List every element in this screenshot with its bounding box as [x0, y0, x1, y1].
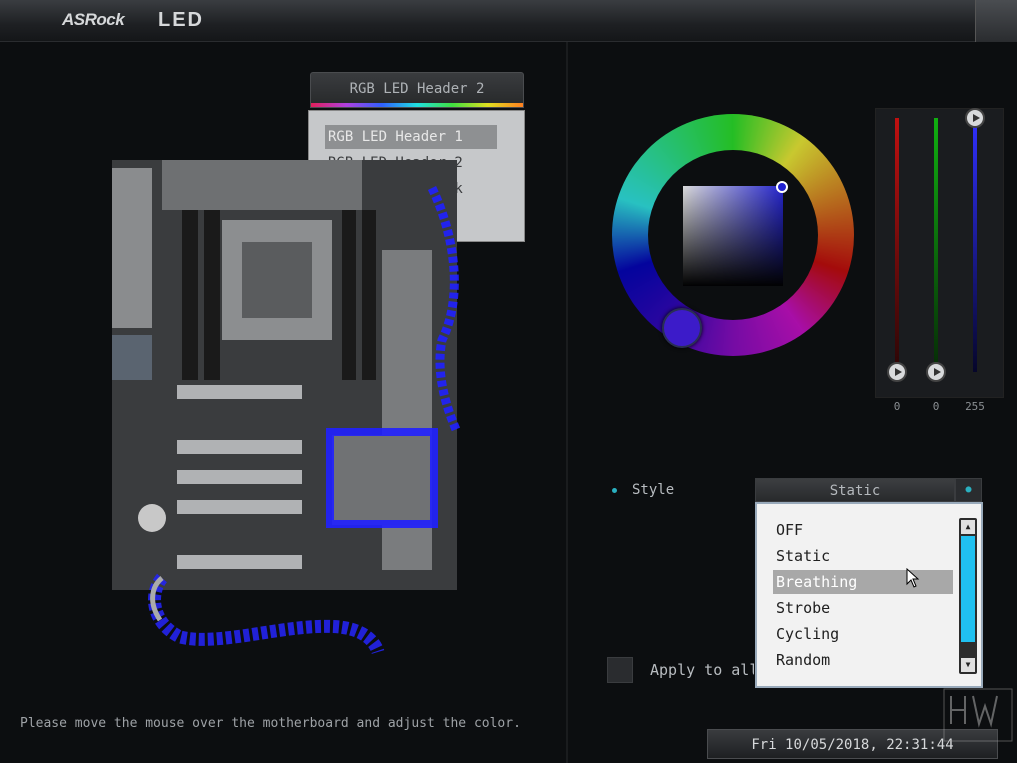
hue-handle[interactable] [662, 308, 702, 348]
blue-slider-track[interactable] [973, 118, 977, 372]
led-header-selected: RGB LED Header 2 [349, 81, 485, 97]
style-option-off[interactable]: OFF [773, 518, 953, 542]
apply-to-all-label: Apply to all [650, 661, 754, 679]
rainbow-strip [311, 103, 523, 107]
green-value: 0 [932, 400, 940, 413]
style-option-strobe[interactable]: Strobe [773, 596, 953, 620]
scrollbar-thumb[interactable] [961, 536, 975, 642]
mouse-cursor-icon [906, 568, 920, 588]
app-title: LED [158, 9, 204, 31]
red-slider-track[interactable] [895, 118, 899, 372]
red-value: 0 [893, 400, 901, 413]
style-option-random[interactable]: Random [773, 648, 953, 672]
sv-handle[interactable] [776, 181, 788, 193]
style-option-breathing[interactable]: Breathing [773, 570, 953, 594]
blue-value: 255 [965, 400, 985, 413]
hint-text: Please move the mouse over the motherboa… [20, 716, 521, 731]
chevron-down-icon[interactable]: ● [955, 478, 982, 502]
led-strip-image [148, 573, 385, 655]
style-label: Style [632, 482, 675, 498]
panel-divider [566, 42, 568, 763]
style-menu-scrollbar[interactable]: ▲ ▼ [959, 518, 977, 674]
led-header-option-1[interactable]: RGB LED Header 1 [325, 125, 497, 149]
style-option-static[interactable]: Static [773, 544, 953, 568]
green-slider-knob[interactable] [926, 362, 946, 382]
red-slider-knob[interactable] [887, 362, 907, 382]
exit-tab[interactable] [975, 0, 1017, 42]
saturation-value-square[interactable] [683, 186, 783, 286]
style-select[interactable]: Static [755, 478, 955, 502]
scroll-down-icon[interactable]: ▼ [961, 658, 975, 672]
green-slider-track[interactable] [934, 118, 938, 372]
blue-slider-knob[interactable] [965, 108, 985, 128]
asrock-logo: ASRock [62, 10, 125, 29]
style-menu: OFF Static Breathing Strobe Cycling Rand… [755, 502, 983, 688]
scroll-up-icon[interactable]: ▲ [961, 520, 975, 534]
watermark-logo [943, 688, 1013, 742]
style-bullet-icon [612, 488, 617, 493]
title-bar: ASRock LED [0, 0, 1017, 42]
apply-to-all-checkbox[interactable] [607, 657, 633, 683]
motherboard-image[interactable] [112, 160, 467, 590]
led-header-select[interactable]: RGB LED Header 2 [310, 72, 524, 108]
style-option-cycling[interactable]: Cycling [773, 622, 953, 646]
